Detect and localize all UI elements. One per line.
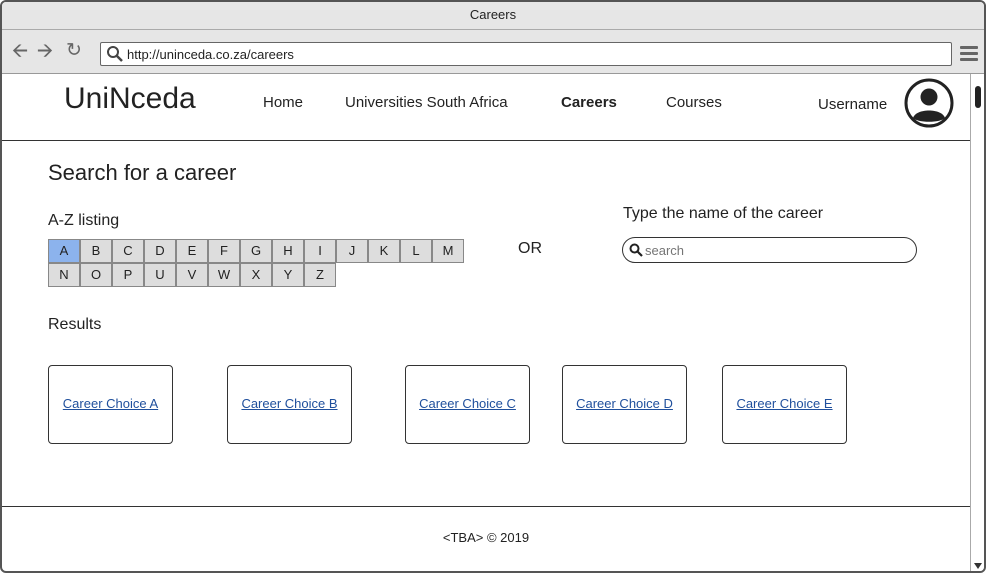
- page-title: Search for a career: [48, 160, 237, 185]
- search-label: Type the name of the career: [623, 205, 824, 222]
- scrollbar-thumb[interactable]: [975, 86, 981, 108]
- az-listing-label: A-Z listing: [48, 212, 120, 229]
- career-choice-link[interactable]: Career Choice A: [63, 396, 158, 411]
- url-input[interactable]: [127, 45, 927, 63]
- letter-button[interactable]: X: [240, 263, 272, 287]
- arrow-left-icon[interactable]: 🡨: [10, 41, 30, 61]
- letter-button[interactable]: G: [240, 239, 272, 263]
- letter-button[interactable]: P: [112, 263, 144, 287]
- window-title: Careers: [2, 2, 984, 30]
- letter-button[interactable]: M: [432, 239, 464, 263]
- letter-button[interactable]: V: [176, 263, 208, 287]
- browser-window: Careers 🡨 🡪 ↻ UniNceda Home Universities…: [0, 0, 986, 573]
- letter-button[interactable]: N: [48, 263, 80, 287]
- letter-button[interactable]: A: [48, 239, 80, 263]
- nav-universities-south-africa[interactable]: Universities South Africa: [345, 94, 508, 111]
- letter-button[interactable]: E: [176, 239, 208, 263]
- letter-button[interactable]: U: [144, 263, 176, 287]
- letter-button[interactable]: L: [400, 239, 432, 263]
- results-label: Results: [48, 316, 102, 333]
- letter-button[interactable]: I: [304, 239, 336, 263]
- letter-button[interactable]: C: [112, 239, 144, 263]
- letter-button[interactable]: Z: [304, 263, 336, 287]
- footer-text: <TBA> © 2019: [442, 530, 530, 545]
- letter-button[interactable]: D: [144, 239, 176, 263]
- browser-toolbar: 🡨 🡪 ↻: [2, 30, 984, 74]
- search-icon: [629, 243, 643, 257]
- nav-careers[interactable]: Careers: [561, 94, 617, 111]
- scroll-down-icon[interactable]: [974, 563, 982, 569]
- user-avatar-icon[interactable]: [904, 78, 954, 128]
- result-card: Career Choice B: [227, 365, 352, 444]
- career-choice-link[interactable]: Career Choice B: [241, 396, 337, 411]
- site-logo[interactable]: UniNceda: [64, 82, 196, 116]
- letter-button[interactable]: O: [80, 263, 112, 287]
- address-bar[interactable]: [100, 42, 952, 66]
- letter-button[interactable]: F: [208, 239, 240, 263]
- letter-button[interactable]: Y: [272, 263, 304, 287]
- site-header: UniNceda Home Universities South Africa …: [2, 74, 970, 141]
- letter-button[interactable]: J: [336, 239, 368, 263]
- nav-courses[interactable]: Courses: [666, 94, 722, 111]
- page-viewport: UniNceda Home Universities South Africa …: [2, 74, 970, 571]
- hamburger-menu-icon[interactable]: [960, 46, 978, 62]
- career-choice-link[interactable]: Career Choice E: [736, 396, 832, 411]
- nav-home[interactable]: Home: [263, 94, 303, 111]
- footer-divider: [2, 506, 970, 507]
- result-card: Career Choice A: [48, 365, 173, 444]
- search-icon: [107, 46, 123, 62]
- career-choice-link[interactable]: Career Choice C: [419, 396, 516, 411]
- username-link[interactable]: Username: [818, 96, 887, 113]
- reload-icon[interactable]: ↻: [64, 41, 84, 61]
- career-search-input[interactable]: [645, 241, 905, 259]
- letter-button[interactable]: B: [80, 239, 112, 263]
- letter-button[interactable]: H: [272, 239, 304, 263]
- or-label: OR: [518, 240, 542, 257]
- result-card: Career Choice E: [722, 365, 847, 444]
- career-search-box[interactable]: [622, 237, 917, 263]
- vertical-scrollbar[interactable]: [970, 74, 984, 571]
- career-choice-link[interactable]: Career Choice D: [576, 396, 673, 411]
- letter-button[interactable]: W: [208, 263, 240, 287]
- arrow-right-icon[interactable]: 🡪: [35, 41, 55, 61]
- result-card: Career Choice C: [405, 365, 530, 444]
- letter-button[interactable]: K: [368, 239, 400, 263]
- result-card: Career Choice D: [562, 365, 687, 444]
